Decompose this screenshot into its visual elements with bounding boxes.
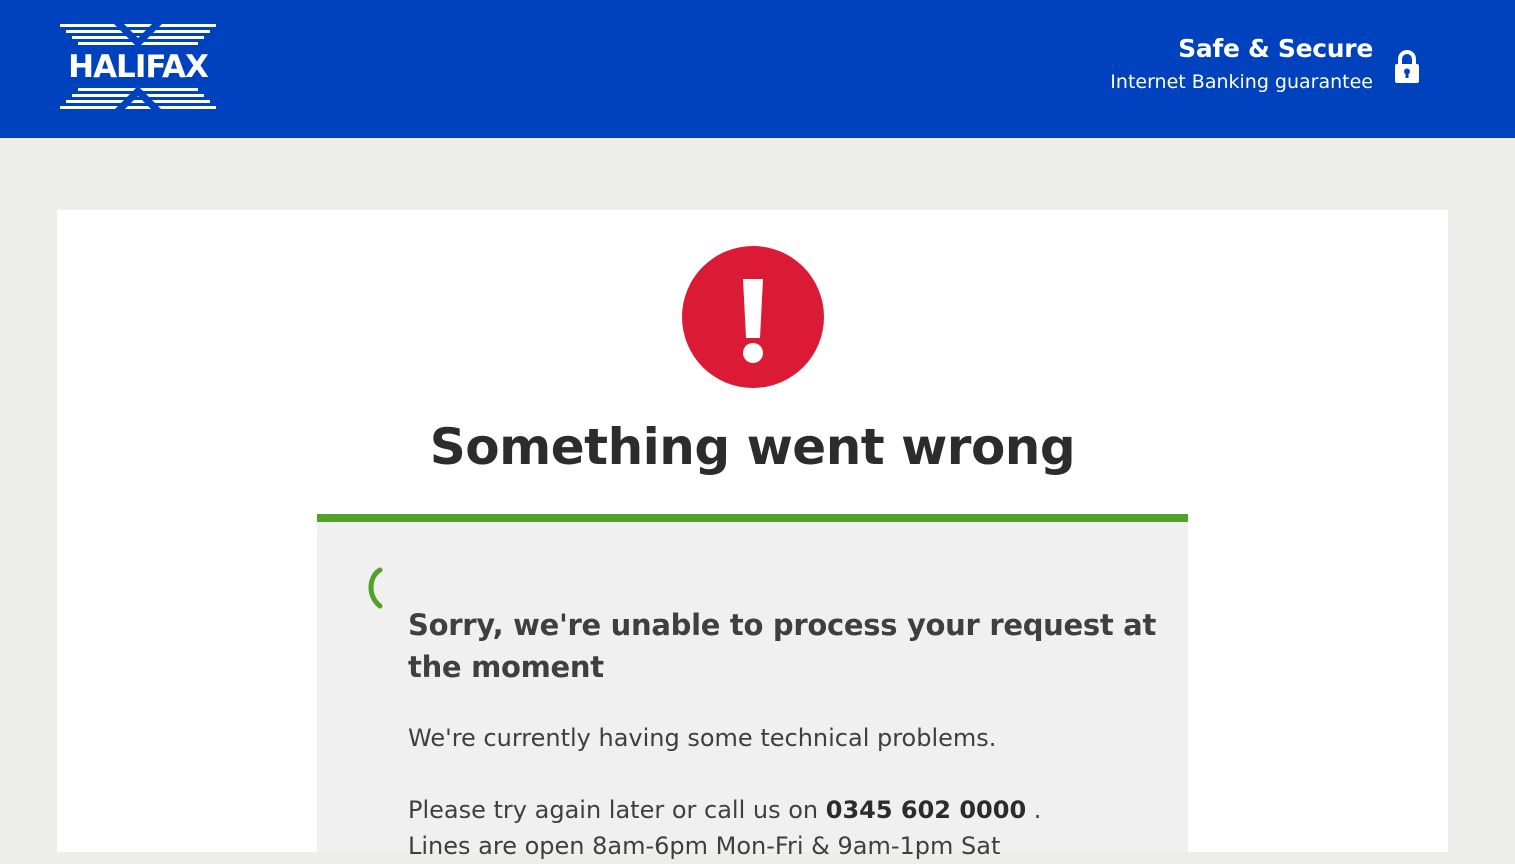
call-us-suffix: . [1033, 796, 1042, 824]
call-us-text: Please try again later or call us on 034… [408, 792, 1168, 828]
secure-subtitle: Internet Banking guarantee [1110, 71, 1373, 93]
halifax-logo[interactable]: HALIFAX [56, 24, 220, 110]
error-card: Something went wrong Sorry, we're unable… [57, 210, 1448, 860]
call-us-prefix: Please try again later or call us on [408, 796, 819, 824]
page-title: Something went wrong [429, 418, 1076, 476]
secure-title: Safe & Secure [1178, 34, 1373, 63]
error-message-panel: Sorry, we're unable to process your requ… [317, 514, 1188, 860]
lock-icon [1394, 50, 1420, 84]
technical-problems-text: We're currently having some technical pr… [408, 724, 997, 752]
site-header: HALIFAX Safe & Secure Internet Banking g… [0, 0, 1515, 138]
safe-secure-guarantee[interactable]: Safe & Secure Internet Banking guarantee [1110, 32, 1373, 96]
opening-hours-text: Lines are open 8am-6pm Mon-Fri & 9am-1pm… [408, 832, 1001, 860]
phone-number-link[interactable]: 0345 602 0000 [826, 796, 1026, 824]
brand-name: HALIFAX [68, 49, 209, 85]
phone-icon [365, 566, 385, 610]
panel-heading: Sorry, we're unable to process your requ… [408, 608, 1157, 684]
exclamation-icon [682, 246, 824, 388]
